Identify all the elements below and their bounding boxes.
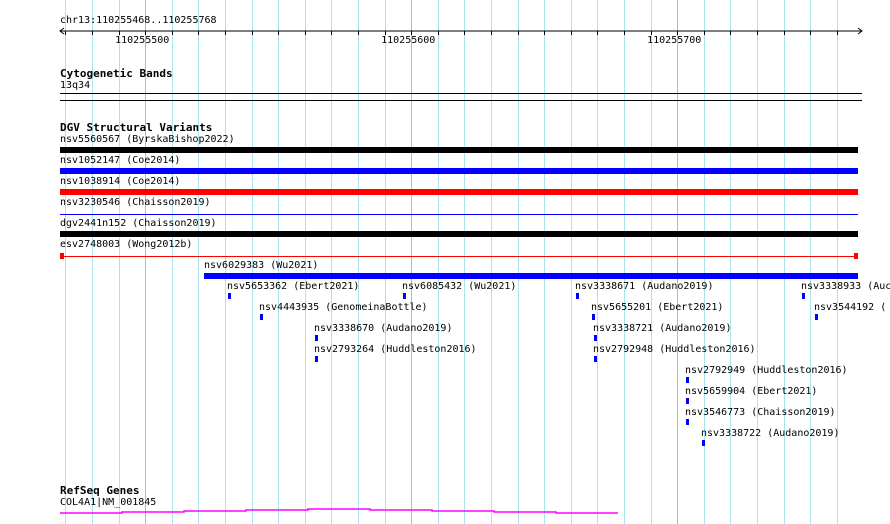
- grid-line: [757, 0, 758, 524]
- variant-label[interactable]: nsv2792949 (Huddleston2016): [685, 365, 848, 376]
- genome-browser: chr13:110255468..110255768 110255500 1102…: [0, 0, 890, 524]
- grid-line: [411, 0, 412, 524]
- variant-marker[interactable]: [315, 356, 318, 362]
- variant-marker[interactable]: [802, 293, 805, 299]
- ruler-tick-label: 110255600: [381, 35, 436, 46]
- grid-line: [518, 0, 519, 524]
- variant-bar[interactable]: [204, 273, 858, 279]
- variant-marker[interactable]: [686, 377, 689, 383]
- grid-line: [677, 0, 678, 524]
- variant-bar[interactable]: [60, 256, 858, 257]
- variant-label[interactable]: nsv3338722 (Audano2019): [701, 428, 839, 439]
- grid-line: [571, 0, 572, 524]
- variant-label[interactable]: nsv1052147 (Coe2014): [60, 155, 180, 166]
- variant-endpoint[interactable]: [854, 253, 858, 259]
- variant-label[interactable]: nsv1038914 (Coe2014): [60, 176, 180, 187]
- grid-line: [810, 0, 811, 524]
- variant-marker[interactable]: [702, 440, 705, 446]
- variant-marker[interactable]: [228, 293, 231, 299]
- grid-line: [544, 0, 545, 524]
- grid-line: [331, 0, 332, 524]
- cytoband-track-title[interactable]: Cytogenetic Bands: [60, 67, 173, 80]
- variant-marker[interactable]: [686, 419, 689, 425]
- variant-label[interactable]: nsv3546773 (Chaisson2019): [685, 407, 836, 418]
- variant-bar[interactable]: [60, 231, 858, 237]
- variant-marker[interactable]: [403, 293, 406, 299]
- variant-marker[interactable]: [594, 356, 597, 362]
- grid-line: [198, 0, 199, 524]
- variant-label[interactable]: esv2748003 (Wong2012b): [60, 239, 192, 250]
- variant-marker[interactable]: [815, 314, 818, 320]
- variant-label[interactable]: nsv5659904 (Ebert2021): [685, 386, 817, 397]
- grid-line: [597, 0, 598, 524]
- cytoband-border-top: [60, 93, 862, 94]
- variant-label[interactable]: nsv4443935 (GenomeinaBottle): [259, 302, 428, 313]
- grid-line: [358, 0, 359, 524]
- variant-label[interactable]: nsv3230546 (Chaisson2019): [60, 197, 211, 208]
- variant-label[interactable]: nsv2793264 (Huddleston2016): [314, 344, 477, 355]
- grid-line: [491, 0, 492, 524]
- variant-marker[interactable]: [576, 293, 579, 299]
- grid-line: [651, 0, 652, 524]
- refseq-track-title[interactable]: RefSeq Genes: [60, 484, 139, 497]
- dgv-track-title[interactable]: DGV Structural Variants: [60, 121, 212, 134]
- variant-label[interactable]: nsv3544192 (: [814, 302, 886, 313]
- variant-marker[interactable]: [592, 314, 595, 320]
- grid-line: [624, 0, 625, 524]
- variant-label[interactable]: nsv3338933 (Auc: [801, 281, 890, 292]
- variant-bar[interactable]: [60, 214, 858, 215]
- gene-model-col4a1[interactable]: [0, 500, 890, 520]
- variant-bar[interactable]: [60, 147, 858, 153]
- variant-label[interactable]: nsv5653362 (Ebert2021): [227, 281, 359, 292]
- ruler-tick-label: 110255700: [647, 35, 702, 46]
- variant-bar[interactable]: [60, 168, 858, 174]
- grid-line: [730, 0, 731, 524]
- variant-marker[interactable]: [686, 398, 689, 404]
- grid-line: [385, 0, 386, 524]
- variant-bar[interactable]: [60, 189, 858, 195]
- ruler-tick-label: 110255500: [115, 35, 170, 46]
- variant-marker[interactable]: [260, 314, 263, 320]
- variant-label[interactable]: nsv6029383 (Wu2021): [204, 260, 318, 271]
- grid-line: [784, 0, 785, 524]
- variant-label[interactable]: nsv3338671 (Audano2019): [575, 281, 713, 292]
- variant-marker[interactable]: [315, 335, 318, 341]
- variant-label[interactable]: nsv3338670 (Audano2019): [314, 323, 452, 334]
- variant-label[interactable]: nsv5560567 (ByrskaBishop2022): [60, 134, 235, 145]
- grid-line: [837, 0, 838, 524]
- cytoband-label: 13q34: [60, 80, 91, 91]
- variant-marker[interactable]: [594, 335, 597, 341]
- grid-line: [438, 0, 439, 524]
- variant-label[interactable]: dgv2441n152 (Chaisson2019): [60, 218, 217, 229]
- gene-line: [60, 508, 618, 514]
- grid-line: [464, 0, 465, 524]
- variant-label[interactable]: nsv3338721 (Audano2019): [593, 323, 731, 334]
- cytoband-border-bottom: [60, 100, 862, 101]
- variant-label[interactable]: nsv5655201 (Ebert2021): [591, 302, 723, 313]
- variant-endpoint[interactable]: [60, 253, 64, 259]
- variant-label[interactable]: nsv6085432 (Wu2021): [402, 281, 516, 292]
- variant-label[interactable]: nsv2792948 (Huddleston2016): [593, 344, 756, 355]
